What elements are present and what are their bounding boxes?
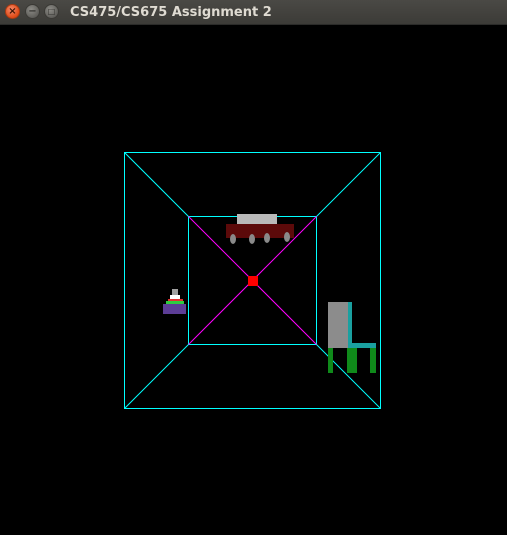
maximize-button[interactable]: □ <box>44 4 59 19</box>
center-point <box>248 276 258 286</box>
chair-leg <box>370 348 376 373</box>
car-wheel <box>284 232 290 242</box>
corner-line-top-right <box>316 152 381 217</box>
window-title: CS475/CS675 Assignment 2 <box>70 5 272 20</box>
close-icon: × <box>8 5 17 17</box>
chair-leg <box>328 348 333 373</box>
corner-line-bottom-left <box>124 344 189 409</box>
car-model <box>226 214 294 244</box>
title-bar[interactable]: × − □ CS475/CS675 Assignment 2 <box>0 0 507 25</box>
car-body <box>226 224 294 238</box>
car-wheel <box>264 233 270 243</box>
stack-green-layer <box>166 301 184 304</box>
chair-model <box>328 302 376 373</box>
stack-red-layer <box>168 299 183 301</box>
car-roof <box>237 214 277 224</box>
scene-canvas[interactable] <box>0 25 507 535</box>
application-window: × − □ CS475/CS675 Assignment 2 <box>0 0 507 535</box>
chair-leg <box>347 348 357 373</box>
maximize-icon: □ <box>47 6 56 16</box>
close-button[interactable]: × <box>5 4 20 19</box>
chair-seat <box>348 343 376 348</box>
stack-base <box>163 304 186 314</box>
minimize-icon: − <box>28 5 37 17</box>
corner-line-top-left <box>124 152 189 217</box>
chair-back <box>328 302 348 348</box>
car-wheel <box>249 234 255 244</box>
stacked-object <box>163 289 186 314</box>
minimize-button[interactable]: − <box>25 4 40 19</box>
car-wheel <box>230 234 236 244</box>
stack-white-layer <box>170 295 180 299</box>
opengl-viewport[interactable] <box>0 25 507 535</box>
chair-back-frame <box>348 302 352 346</box>
stack-top <box>172 289 178 295</box>
